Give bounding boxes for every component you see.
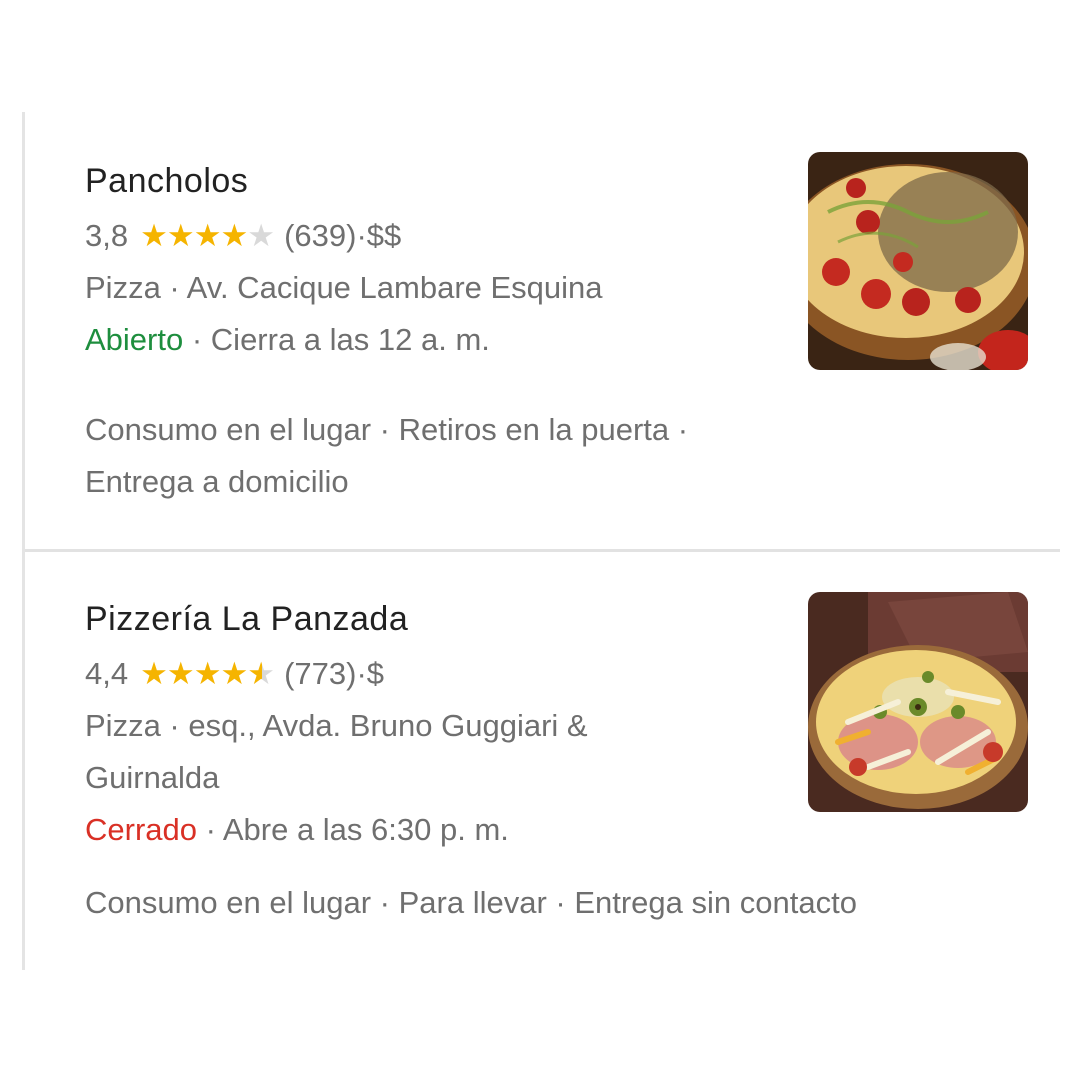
services-line-1: Consumo en el lugar · Retiros en la puer…	[85, 412, 689, 447]
star-icon: ★	[220, 656, 249, 691]
hours-text: Cierra a las 12 a. m.	[210, 322, 490, 357]
services-line-1: Consumo en el lugar · Para llevar · Entr…	[85, 885, 857, 920]
status-open: Abierto	[85, 322, 184, 357]
star-empty-icon: ★	[247, 218, 275, 253]
separator-dot: ·	[183, 322, 211, 357]
star-icon: ★	[166, 656, 195, 691]
place-result-pancholos[interactable]: Pancholos 3,8 ★ ★ ★ ★ ★ (639) · $$ Pizza…	[25, 112, 1060, 549]
review-count[interactable]: (773)	[284, 656, 356, 692]
status-closed: Cerrado	[85, 812, 197, 847]
hours-row: Abierto · Cierra a las 12 a. m.	[85, 322, 490, 358]
rating-value: 3,8	[85, 218, 129, 253]
category-address: Pizza · esq., Avda. Bruno Guggiari &	[85, 708, 588, 743]
star-icon: ★	[166, 218, 195, 253]
place-result-la-panzada[interactable]: Pizzería La Panzada 4,4 ★ ★ ★ ★ ★ (773) …	[25, 552, 1060, 970]
address-line-2: Guirnalda	[85, 760, 220, 795]
services-line-2: Entrega a domicilio	[85, 464, 349, 499]
separator-dot: ·	[197, 812, 223, 847]
place-name[interactable]: Pizzería La Panzada	[85, 600, 408, 639]
pizza-photo-icon	[808, 152, 1028, 370]
pizza-photo-icon	[808, 592, 1028, 812]
separator-dot: ·	[356, 218, 367, 253]
star-rating: ★ ★ ★ ★ ★	[140, 218, 275, 254]
place-name[interactable]: Pancholos	[85, 162, 248, 201]
hours-row: Cerrado · Abre a las 6:30 p. m.	[85, 812, 509, 848]
rating-row: 3,8 ★ ★ ★ ★ ★ (639) · $$	[85, 218, 401, 254]
review-count[interactable]: (639)	[284, 218, 356, 254]
star-half-icon: ★	[247, 656, 275, 691]
price-level: $$	[366, 218, 402, 253]
rating-value: 4,4	[85, 656, 129, 691]
star-icon: ★	[220, 218, 249, 253]
star-icon: ★	[193, 656, 222, 691]
place-photo[interactable]	[808, 592, 1028, 812]
category-address: Pizza · Av. Cacique Lambare Esquina	[85, 270, 603, 305]
hours-text: Abre a las 6:30 p. m.	[222, 812, 509, 847]
rating-row: 4,4 ★ ★ ★ ★ ★ (773) · $	[85, 656, 384, 692]
separator-dot: ·	[356, 656, 367, 691]
star-icon: ★	[140, 218, 168, 253]
place-photo[interactable]	[808, 152, 1028, 370]
star-icon: ★	[193, 218, 222, 253]
star-rating: ★ ★ ★ ★ ★	[140, 656, 275, 692]
star-icon: ★	[140, 656, 168, 691]
price-level: $	[366, 656, 385, 691]
